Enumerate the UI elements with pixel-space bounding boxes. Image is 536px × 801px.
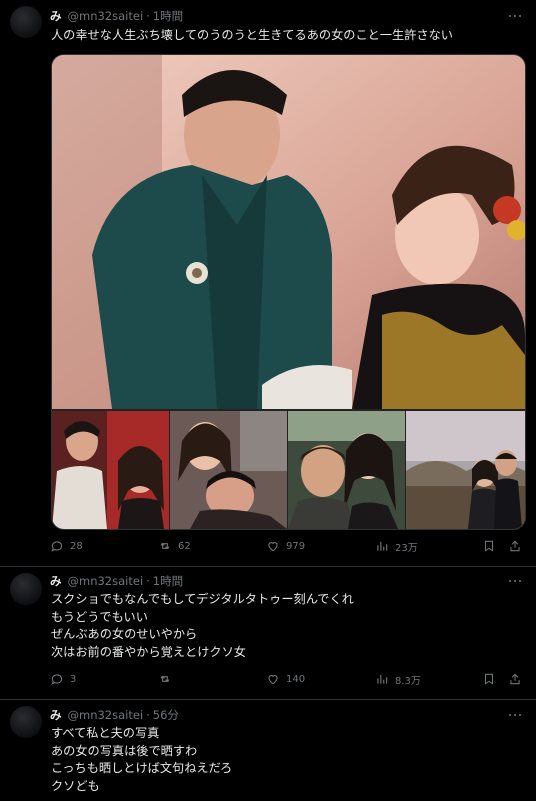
share-button[interactable] <box>508 670 528 688</box>
tweet-line: すべて私と夫の写真 <box>51 726 160 740</box>
separator-dot: · <box>146 708 150 722</box>
tweet-2[interactable]: み @mn32saitei · 1時間 スクショでもなんでもしてデジタルタトゥー… <box>0 567 536 699</box>
share-icon <box>510 673 520 685</box>
tweet-line: クソども <box>51 778 100 793</box>
wedding-photo[interactable] <box>52 55 525 409</box>
views-count: 23万 <box>395 542 418 554</box>
display-name[interactable]: み <box>50 8 62 24</box>
tweet-header: み @mn32saitei · 1時間 <box>50 572 183 590</box>
thumbnail-2[interactable] <box>170 411 287 529</box>
thumbnail-4-illustration <box>406 411 525 529</box>
thumbnail-3[interactable] <box>288 411 405 529</box>
handle[interactable]: @mn32saitei <box>68 9 144 23</box>
avatar[interactable] <box>10 6 42 38</box>
thumbnail-1-illustration <box>52 411 169 529</box>
retweet-icon <box>160 675 170 683</box>
like-button[interactable]: 140 <box>266 670 305 688</box>
tweet-actions: 28 62 979 23万 <box>50 537 526 555</box>
tweet-line: あの女の写真は後で晒すわ <box>51 743 198 758</box>
tweet-line: スクショでもなんでもしてデジタルタトゥー刻んでくれ <box>51 592 354 606</box>
more-icon[interactable] <box>508 9 522 23</box>
handle[interactable]: @mn32saitei <box>68 708 144 722</box>
bookmark-icon <box>484 540 494 552</box>
like-count: 140 <box>286 673 306 685</box>
heart-icon <box>268 542 278 552</box>
separator-dot: · <box>146 9 150 23</box>
separator-dot: · <box>146 574 150 588</box>
wedding-photo-illustration <box>52 55 525 409</box>
more-icon[interactable] <box>508 708 522 722</box>
tweet-line: もうどうでもいい <box>51 609 148 624</box>
reply-button[interactable]: 3 <box>50 670 76 688</box>
timestamp[interactable]: 56分 <box>153 707 179 723</box>
timestamp[interactable]: 1時間 <box>153 573 183 589</box>
views-button[interactable]: 23万 <box>375 537 418 555</box>
views-button[interactable]: 8.3万 <box>375 670 421 688</box>
retweet-button[interactable]: 62 <box>158 537 191 555</box>
tweet-3[interactable]: み @mn32saitei · 56分 すべて私と夫の写真 あの女の写真は後で晒… <box>0 700 536 801</box>
tweet-line: 人の幸せな人生ぶち壊してのうのうと生きてるあの女のこと一生許さない <box>51 28 453 42</box>
more-icon[interactable] <box>508 574 522 588</box>
views-count: 8.3万 <box>395 675 421 687</box>
reply-button[interactable]: 28 <box>50 537 83 555</box>
share-button[interactable] <box>508 537 528 555</box>
tweet-text: スクショでもなんでもしてデジタルタトゥー刻んでくれ もうどうでもいい ぜんぶあの… <box>51 591 354 661</box>
reply-count: 28 <box>70 540 83 552</box>
avatar[interactable] <box>10 706 42 738</box>
bookmark-button[interactable] <box>482 537 502 555</box>
bookmark-icon <box>484 673 494 685</box>
retweet-icon <box>160 542 170 550</box>
display-name[interactable]: み <box>50 707 62 723</box>
reply-icon <box>51 541 63 552</box>
thumbnail-1[interactable] <box>52 411 169 529</box>
tweet-line: ぜんぶあの女のせいやから <box>51 627 198 641</box>
thumbnail-4[interactable] <box>406 411 525 529</box>
like-count: 979 <box>286 540 306 552</box>
tweet-media[interactable] <box>51 54 526 530</box>
like-button[interactable]: 979 <box>266 537 305 555</box>
tweet-actions: 3 140 8.3万 <box>50 670 526 688</box>
views-icon <box>377 541 388 551</box>
share-icon <box>510 540 520 552</box>
reply-count: 3 <box>70 673 77 685</box>
thumbnail-2-illustration <box>170 411 287 529</box>
heart-icon <box>268 675 278 685</box>
bookmark-button[interactable] <box>482 670 502 688</box>
tweet-header: み @mn32saitei · 1時間 <box>50 7 183 25</box>
views-icon <box>377 674 388 684</box>
tweet-line: 次はお前の番やから覚えとけクソ女 <box>51 644 246 659</box>
thumbnail-3-illustration <box>288 411 405 529</box>
tweet-text: 人の幸せな人生ぶち壊してのうのうと生きてるあの女のこと一生許さない <box>51 27 453 45</box>
timestamp[interactable]: 1時間 <box>153 8 183 24</box>
tweet-header: み @mn32saitei · 56分 <box>50 706 179 724</box>
reply-icon <box>51 674 63 685</box>
retweet-button[interactable] <box>158 670 178 688</box>
display-name[interactable]: み <box>50 573 62 589</box>
tweet-text: すべて私と夫の写真 あの女の写真は後で晒すわ こっちも晒しとけば文句ねえだろ ク… <box>51 725 232 795</box>
retweet-count: 62 <box>178 540 191 552</box>
tweet-line: こっちも晒しとけば文句ねえだろ <box>51 761 233 775</box>
handle[interactable]: @mn32saitei <box>68 574 144 588</box>
avatar[interactable] <box>10 573 42 605</box>
tweet-1[interactable]: み @mn32saitei · 1時間 人の幸せな人生ぶち壊してのうのうと生きて… <box>0 0 536 566</box>
